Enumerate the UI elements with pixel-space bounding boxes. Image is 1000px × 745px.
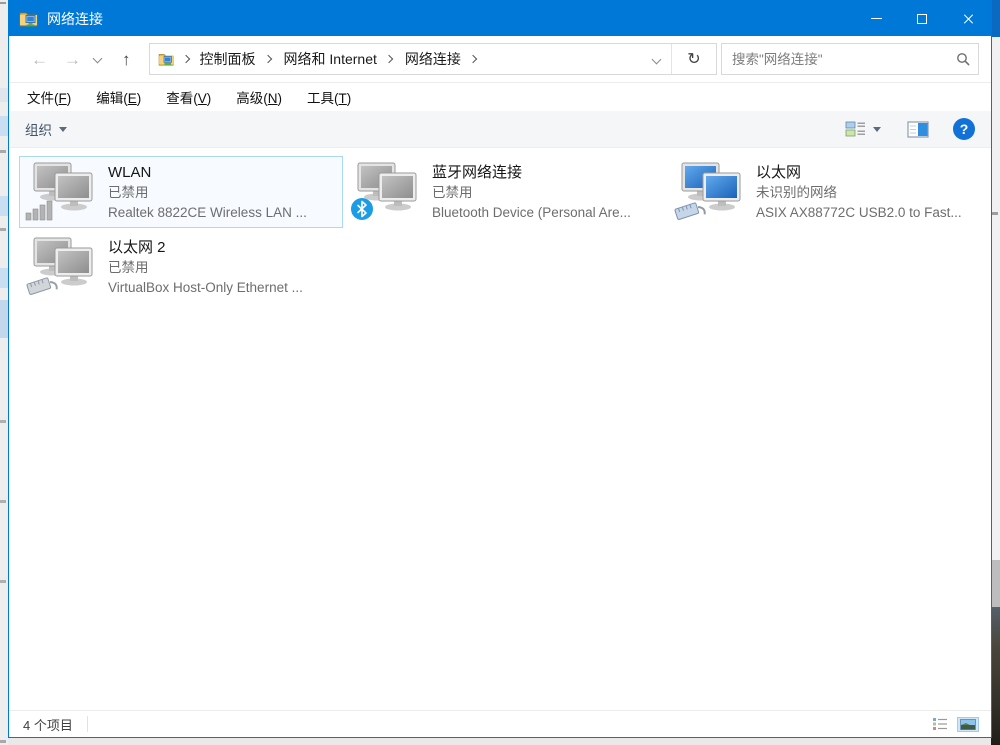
connection-name: 蓝牙网络连接: [432, 162, 631, 183]
bluetooth-badge-icon: [351, 198, 373, 220]
chevron-down-icon: [651, 54, 661, 64]
connection-status: 已禁用: [108, 183, 307, 203]
menu-file[interactable]: 文件(F): [27, 87, 71, 107]
change-view-button[interactable]: [845, 120, 881, 138]
breadcrumb-network-and-internet[interactable]: 网络和 Internet: [282, 49, 403, 69]
bluetooth-adapter-icon: [348, 162, 424, 222]
search-box[interactable]: [721, 43, 979, 75]
maximize-icon: [917, 14, 927, 24]
ethernet-plug-icon: [27, 276, 58, 297]
menu-edit[interactable]: 编辑(E): [96, 87, 141, 107]
forward-button[interactable]: →: [56, 51, 89, 68]
ethernet-plug-icon: [675, 201, 706, 222]
status-bar: 4 个项目: [9, 710, 991, 737]
connection-device: VirtualBox Host-Only Ethernet ...: [108, 278, 303, 298]
help-button[interactable]: ?: [953, 118, 975, 140]
connection-device: ASIX AX88772C USB2.0 to Fast...: [756, 203, 962, 223]
command-bar: 组织: [9, 111, 991, 148]
menu-bar: 文件(F) 编辑(E) 查看(V) 高级(N) 工具(T): [9, 83, 991, 111]
connection-name: 以太网 2: [108, 237, 303, 258]
search-icon[interactable]: [956, 52, 970, 66]
statusbar-separator: [87, 716, 88, 732]
breadcrumb-chevron-icon: [385, 55, 393, 63]
refresh-button[interactable]: ↻: [672, 44, 716, 74]
thumbnails-view-icon: [960, 719, 976, 730]
up-arrow-icon: ↑: [122, 50, 131, 69]
wlan-adapter-icon: [24, 162, 100, 222]
details-view-button[interactable]: [932, 717, 949, 731]
menu-tools[interactable]: 工具(T): [307, 87, 351, 107]
item-count: 4 个项目: [23, 715, 73, 734]
breadcrumb-chevron-icon: [181, 55, 189, 63]
minimize-button[interactable]: [853, 1, 899, 36]
address-location-icon: [158, 52, 175, 66]
connection-device: Realtek 8822CE Wireless LAN ...: [108, 203, 307, 223]
connection-status: 已禁用: [108, 258, 303, 278]
network-folder-icon: [19, 10, 39, 27]
connection-item-wlan[interactable]: WLAN 已禁用 Realtek 8822CE Wireless LAN ...: [19, 156, 343, 228]
menu-advanced[interactable]: 高级(N): [236, 87, 282, 107]
organize-button[interactable]: 组织: [25, 119, 67, 139]
connection-name: WLAN: [108, 162, 307, 183]
connection-name: 以太网: [756, 162, 962, 183]
chevron-down-icon: [93, 53, 103, 63]
background-desktop-right-sliver: [991, 0, 1000, 745]
connection-item-ethernet-2[interactable]: 以太网 2 已禁用 VirtualBox Host-Only Ethernet …: [19, 231, 343, 303]
help-question-icon: ?: [960, 121, 969, 137]
connection-device: Bluetooth Device (Personal Are...: [432, 203, 631, 223]
close-icon: [962, 13, 974, 25]
connection-item-bluetooth[interactable]: 蓝牙网络连接 已禁用 Bluetooth Device (Personal Ar…: [343, 156, 667, 228]
connection-status: 已禁用: [432, 183, 631, 203]
titlebar[interactable]: 网络连接: [9, 1, 991, 36]
menu-view[interactable]: 查看(V): [166, 87, 211, 107]
ethernet-adapter-icon: [24, 237, 100, 297]
items-view[interactable]: WLAN 已禁用 Realtek 8822CE Wireless LAN ...: [9, 148, 991, 710]
minimize-icon: [871, 18, 882, 19]
connection-item-ethernet[interactable]: 以太网 未识别的网络 ASIX AX88772C USB2.0 to Fast.…: [667, 156, 991, 228]
connection-status: 未识别的网络: [756, 183, 962, 203]
preview-pane-button[interactable]: [907, 121, 929, 138]
address-dropdown-button[interactable]: [641, 44, 671, 74]
back-arrow-icon: ←: [31, 50, 48, 69]
details-view-icon: [932, 717, 949, 731]
navigation-bar: ← → ↑ 控制面板 网络和 Internet: [9, 36, 991, 83]
wifi-signal-icon: [26, 201, 52, 220]
recent-locations-button[interactable]: [89, 49, 106, 67]
close-button[interactable]: [945, 1, 991, 36]
network-connections-window: 网络连接 ← → ↑ 控制面板: [8, 0, 992, 738]
change-view-icon: [845, 120, 867, 138]
breadcrumb-network-connections[interactable]: 网络连接: [403, 49, 487, 69]
preview-pane-icon: [907, 121, 929, 138]
breadcrumb-chevron-icon: [469, 55, 477, 63]
ethernet-adapter-icon: [672, 162, 748, 222]
breadcrumb-chevron-icon: [263, 55, 271, 63]
view-dropdown-chevron-icon: [873, 127, 881, 132]
breadcrumb-control-panel[interactable]: 控制面板: [198, 49, 282, 69]
refresh-icon: ↻: [687, 49, 700, 69]
search-input[interactable]: [730, 51, 956, 68]
maximize-button[interactable]: [899, 1, 945, 36]
background-window-left-sliver: [0, 0, 8, 745]
up-button[interactable]: ↑: [114, 51, 139, 68]
organize-dropdown-chevron-icon: [59, 127, 67, 132]
window-title: 网络连接: [47, 9, 103, 29]
large-icons-view-button[interactable]: [957, 717, 979, 732]
back-button[interactable]: ←: [23, 51, 56, 68]
forward-arrow-icon: →: [64, 50, 81, 69]
address-bar[interactable]: 控制面板 网络和 Internet 网络连接 ↻: [149, 43, 718, 75]
